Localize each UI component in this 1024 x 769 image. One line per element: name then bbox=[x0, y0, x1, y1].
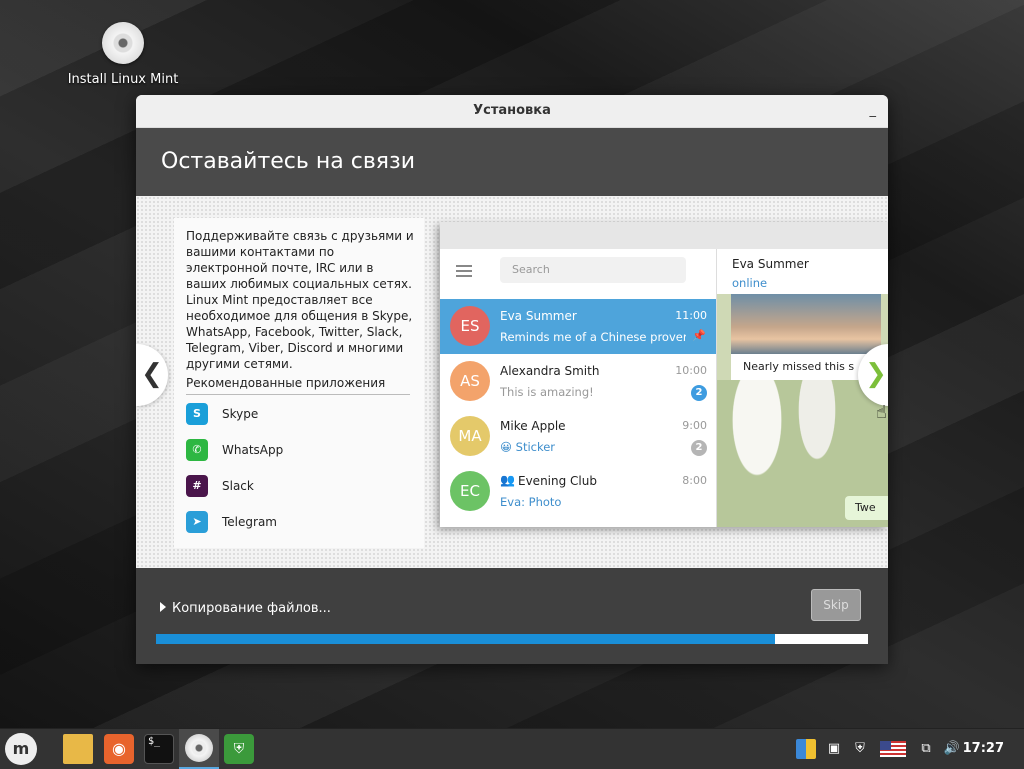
minimize-button[interactable]: _ bbox=[870, 95, 877, 127]
files-folder-icon[interactable] bbox=[63, 734, 93, 764]
disc-icon bbox=[102, 22, 144, 64]
chat-time: 10:00 bbox=[675, 364, 707, 377]
telegram-chat-list: Search ES Eva Summer 11:00 Reminds me of… bbox=[440, 249, 716, 527]
app-label: Slack bbox=[222, 479, 254, 493]
expander-triangle-icon bbox=[160, 602, 166, 612]
progress-status[interactable]: Копирование файлов... bbox=[160, 601, 331, 616]
message-bubble: Twe bbox=[845, 496, 888, 520]
chat-name: Alexandra Smith bbox=[500, 364, 600, 378]
chat-message: Reminds me of a Chinese prover... bbox=[500, 330, 686, 344]
slack-icon: # bbox=[186, 475, 208, 497]
slide-description: Поддерживайте связь с друзьями и вашими … bbox=[186, 229, 414, 371]
app-item-telegram: ➤ Telegram bbox=[186, 511, 277, 533]
telegram-titlebar bbox=[440, 222, 888, 249]
disc-icon bbox=[185, 734, 213, 762]
telegram-search: Search bbox=[500, 257, 686, 283]
app-item-whatsapp: ✆ WhatsApp bbox=[186, 439, 283, 461]
progress-status-text: Копирование файлов... bbox=[172, 601, 331, 616]
installer-window: Установка _ Оставайтесь на связи Поддерж… bbox=[136, 95, 888, 664]
progress-bar bbox=[156, 634, 868, 644]
list-item: MA Mike Apple 9:00 😀 Sticker 2 bbox=[440, 409, 716, 464]
terminal-icon[interactable]: $_ bbox=[144, 734, 174, 764]
unread-badge: 2 bbox=[691, 385, 707, 401]
notification-icon[interactable]: ▣ bbox=[824, 739, 844, 759]
avatar: ES bbox=[450, 306, 490, 346]
chat-message: This is amazing! bbox=[500, 385, 594, 399]
window-titlebar[interactable]: Установка _ bbox=[136, 95, 888, 128]
previous-slide-button[interactable]: ❮ bbox=[136, 344, 168, 406]
app-item-slack: # Slack bbox=[186, 475, 254, 497]
chat-header: Eva Summer online bbox=[717, 249, 888, 294]
chat-time: 8:00 bbox=[682, 474, 707, 487]
network-icon[interactable]: ⧉ bbox=[916, 739, 936, 759]
photo-message bbox=[731, 294, 881, 354]
unread-badge: 2 bbox=[691, 440, 707, 456]
chat-time: 9:00 bbox=[682, 419, 707, 432]
pin-icon: 📌 bbox=[692, 329, 706, 342]
telegram-icon: ➤ bbox=[186, 511, 208, 533]
security-shield-icon[interactable]: ⛨ bbox=[850, 739, 870, 759]
skype-icon: S bbox=[186, 403, 208, 425]
install-linux-mint-desktop-icon[interactable]: Install Linux Mint bbox=[60, 22, 186, 87]
avatar: AS bbox=[450, 361, 490, 401]
desktop-icon-label: Install Linux Mint bbox=[67, 72, 179, 87]
window-title: Установка bbox=[473, 103, 551, 118]
slideshow: Поддерживайте связь с друзьями и вашими … bbox=[136, 196, 888, 569]
install-progress-area: Копирование файлов... Skip bbox=[136, 568, 888, 664]
windows-quadrant-icon[interactable] bbox=[796, 739, 816, 759]
telegram-screenshot: Search ES Eva Summer 11:00 Reminds me of… bbox=[440, 222, 888, 527]
mouse-cursor-icon: ☝ bbox=[876, 402, 887, 423]
taskbar: m ◉ $_ ⛨ ▣ ⛨ ⧉ 🔊 17:27 bbox=[0, 728, 1024, 769]
chat-message: Eva: Photo bbox=[500, 495, 562, 509]
app-label: WhatsApp bbox=[222, 443, 284, 457]
taskbar-active-installer[interactable] bbox=[179, 729, 219, 769]
app-label: Skype bbox=[222, 407, 259, 421]
list-item: AS Alexandra Smith 10:00 This is amazing… bbox=[440, 354, 716, 409]
contact-name: Eva Summer bbox=[732, 257, 809, 271]
avatar: MA bbox=[450, 416, 490, 456]
whatsapp-icon: ✆ bbox=[186, 439, 208, 461]
chat-message: 😀 Sticker bbox=[500, 440, 556, 454]
list-item: EC Evening Club 👥 8:00 Eva: Photo bbox=[440, 464, 716, 519]
avatar: EC bbox=[450, 471, 490, 511]
skip-button[interactable]: Skip bbox=[811, 589, 861, 621]
us-flag-icon[interactable] bbox=[880, 739, 906, 759]
slide-text-panel: Поддерживайте связь с друзьями и вашими … bbox=[174, 218, 424, 548]
chat-name: Eva Summer bbox=[500, 309, 577, 323]
chat-name: Evening Club bbox=[518, 474, 597, 488]
chat-name: Mike Apple bbox=[500, 419, 566, 433]
menu-icon bbox=[456, 265, 472, 280]
shield-update-icon[interactable]: ⛨ bbox=[224, 734, 254, 764]
contact-status: online bbox=[732, 276, 768, 290]
firefox-icon[interactable]: ◉ bbox=[104, 734, 134, 764]
page-title: Оставайтесь на связи bbox=[136, 128, 888, 196]
list-item: ES Eva Summer 11:00 Reminds me of a Chin… bbox=[440, 299, 716, 354]
clock[interactable]: 17:27 bbox=[963, 739, 1004, 759]
group-icon: 👥 bbox=[500, 473, 515, 487]
app-label: Telegram bbox=[222, 515, 277, 529]
progress-bar-fill bbox=[156, 634, 776, 644]
app-item-skype: S Skype bbox=[186, 403, 258, 425]
chat-time: 11:00 bbox=[675, 309, 707, 322]
volume-icon[interactable]: 🔊 bbox=[942, 739, 962, 759]
mint-menu-icon[interactable]: m bbox=[5, 733, 37, 765]
recommended-apps-title: Рекомендованные приложения bbox=[186, 376, 410, 395]
